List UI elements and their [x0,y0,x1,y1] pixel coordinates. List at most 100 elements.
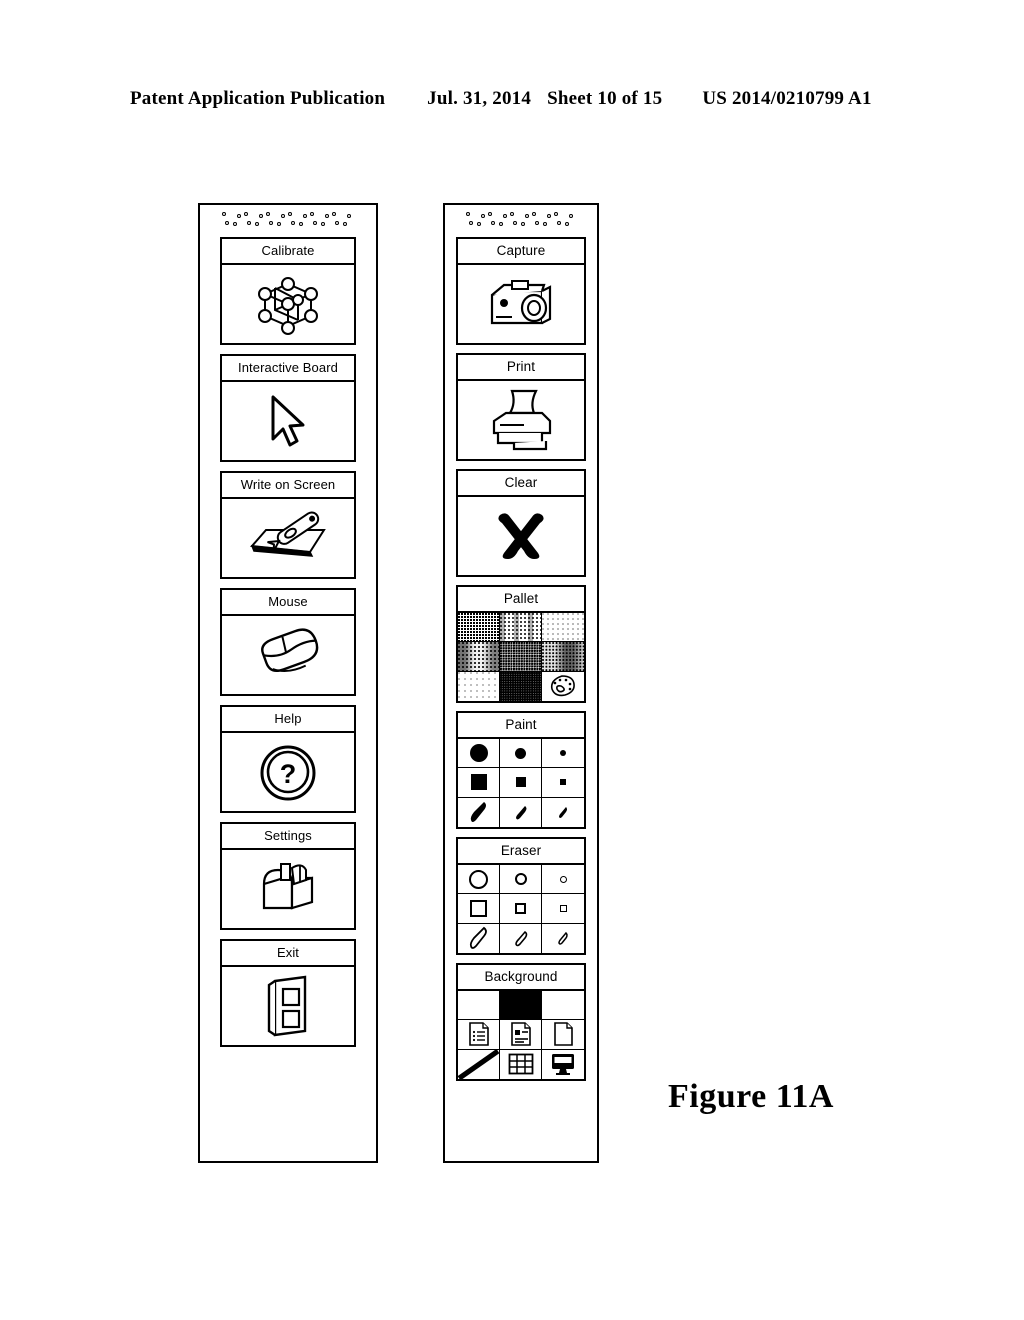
bulleted-document-icon [510,1022,531,1047]
tile-body-write-on-screen [222,499,354,577]
paint-stroke-medium[interactable] [500,797,542,827]
tile-print[interactable]: Print [456,353,586,461]
tile-interactive-board[interactable]: Interactive Board [220,354,356,462]
right-toolbar: Capture Print Clear Pallet Paint Eraser … [443,203,599,1163]
tile-label-eraser: Eraser [458,839,584,865]
background-black[interactable] [500,991,542,1021]
eraser-circle-medium[interactable] [500,865,542,895]
eraser-stroke-large[interactable] [458,923,500,953]
plain-document-icon [554,1022,573,1047]
filled-circle-medium-icon [515,747,526,759]
question-mark-circle-icon: ? [260,745,316,801]
paint-grid [458,739,584,827]
eraser-square-large[interactable] [458,894,500,924]
tile-calibrate[interactable]: Calibrate [220,237,356,345]
filled-stroke-large-icon [470,802,486,823]
paint-stroke-large[interactable] [458,797,500,827]
patent-number: US 2014/0210799 A1 [702,88,872,109]
background-plain-document[interactable] [542,1020,584,1050]
eraser-grid [458,865,584,953]
pallet-swatch-5[interactable] [500,642,542,672]
tile-label-calibrate: Calibrate [222,239,354,265]
tile-write-on-screen[interactable]: Write on Screen [220,471,356,579]
sheet-number: Sheet 10 of 15 [547,88,663,109]
figure-caption: Figure 11A [668,1078,834,1115]
tile-label-pallet: Pallet [458,587,584,613]
tile-capture[interactable]: Capture [456,237,586,345]
eraser-stroke-medium[interactable] [500,923,542,953]
tile-body-exit [222,967,354,1045]
eraser-circle-small[interactable] [542,865,584,895]
tile-pallet[interactable]: Pallet [456,585,586,703]
outline-square-small-icon [559,904,567,912]
pallet-swatch-8[interactable] [500,671,542,701]
background-lined-document[interactable] [458,1020,500,1050]
paint-circle-medium[interactable] [500,739,542,769]
outline-circle-medium-icon [514,873,527,886]
tile-mouse[interactable]: Mouse [220,588,356,696]
svg-text:?: ? [280,759,297,789]
filled-circle-large-icon [469,744,488,763]
tile-body-pallet [458,613,584,701]
pallet-swatch-7[interactable] [458,671,500,701]
background-grid [458,991,584,1079]
filled-square-small-icon [560,779,566,786]
eraser-square-small[interactable] [542,894,584,924]
outline-stroke-medium-icon [514,931,527,947]
filled-stroke-small-icon [559,806,567,818]
tile-body-capture [458,265,584,343]
background-desktop[interactable] [542,1049,584,1079]
tile-label-clear: Clear [458,471,584,497]
speaker-grille-icon [445,212,597,234]
pallet-swatch-1[interactable] [458,613,500,643]
outline-square-medium-icon [515,902,526,914]
eraser-square-medium[interactable] [500,894,542,924]
tile-settings[interactable]: Settings [220,822,356,930]
pallet-swatch-4[interactable] [458,642,500,672]
tile-body-calibrate [222,265,354,343]
tile-label-interactive-board: Interactive Board [222,356,354,382]
left-toolbar: Calibrate Interactive Board Write on Scr… [198,203,378,1163]
pallet-swatch-6[interactable] [542,642,584,672]
paint-stroke-small[interactable] [542,797,584,827]
paint-square-medium[interactable] [500,768,542,798]
background-white[interactable] [458,991,500,1021]
pallet-grid [458,613,584,701]
pallet-swatch-3[interactable] [542,613,584,643]
printer-icon [492,389,552,451]
tile-paint[interactable]: Paint [456,711,586,829]
background-bulleted-document[interactable] [500,1020,542,1050]
tile-body-print [458,381,584,459]
camera-icon [490,280,552,325]
pallet-more-colors[interactable] [542,671,584,701]
tile-label-background: Background [458,965,584,991]
background-blank[interactable] [542,991,584,1021]
tile-body-mouse [222,616,354,694]
diagonal-line-icon [458,1049,499,1079]
x-mark-icon [498,513,544,559]
tile-eraser[interactable]: Eraser [456,837,586,955]
publication-date: Jul. 31, 2014 [427,88,532,109]
tile-exit[interactable]: Exit [220,939,356,1047]
tile-help[interactable]: Help ? [220,705,356,813]
paint-circle-large[interactable] [458,739,500,769]
tile-label-settings: Settings [222,824,354,850]
tile-background[interactable]: Background [456,963,586,1081]
grid-table-icon [508,1053,533,1075]
cursor-arrow-icon [271,395,305,447]
pallet-swatch-2[interactable] [500,613,542,643]
paint-square-small[interactable] [542,768,584,798]
tile-body-clear [458,497,584,575]
eraser-stroke-small[interactable] [542,923,584,953]
filled-stroke-medium-icon [515,806,526,820]
tile-label-paint: Paint [458,713,584,739]
paint-square-large[interactable] [458,768,500,798]
outline-circle-large-icon [469,869,488,889]
eraser-circle-large[interactable] [458,865,500,895]
background-grid[interactable] [500,1049,542,1079]
tile-body-help: ? [222,733,354,811]
tile-label-mouse: Mouse [222,590,354,616]
background-diagonal-line[interactable] [458,1049,500,1079]
tile-clear[interactable]: Clear [456,469,586,577]
paint-circle-small[interactable] [542,739,584,769]
